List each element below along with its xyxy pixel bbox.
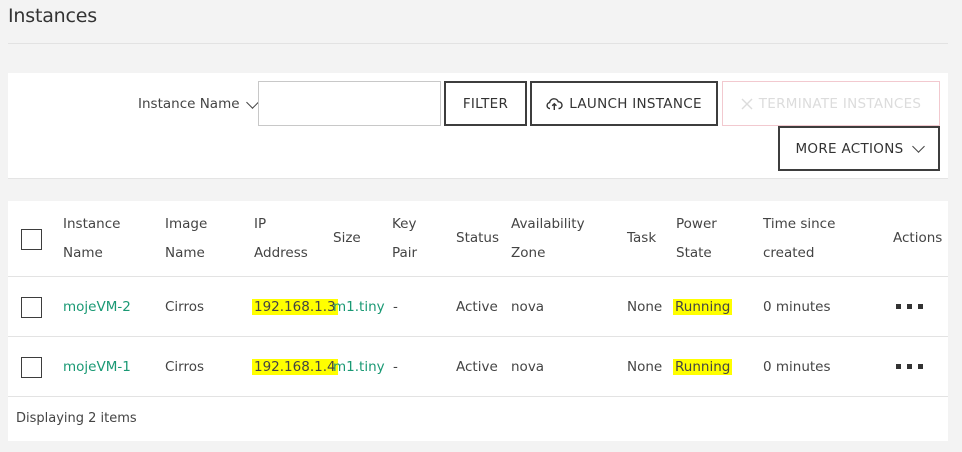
more-dots-icon[interactable] [896,299,929,309]
terminate-instances-button[interactable]: TERMINATE INSTANCES [722,81,940,126]
chevron-down-icon [911,140,925,153]
power-state-cell: Running [673,359,733,375]
chevron-down-icon [245,95,259,109]
size-link[interactable]: m1.tiny [333,293,385,322]
instance-name-link[interactable]: mojeVM-1 [63,353,131,382]
time-since-created-cell: 0 minutes [763,299,831,315]
column-header-status[interactable]: Status [456,224,499,253]
column-header-size[interactable]: Size [333,224,361,253]
title-divider [8,43,948,44]
column-header-actions: Actions [893,230,943,246]
page-title: Instances [8,5,97,27]
ip-address-cell: 192.168.1.3 [252,299,338,315]
cloud-upload-icon [546,97,563,110]
table-header-row: Instance Name Image Name IP Address Size… [8,201,948,277]
table-row: mojeVM-1 Cirros 192.168.1.4 m1.tiny - Ac… [8,337,948,397]
task-cell: None [627,359,663,375]
column-header-key-pair[interactable]: Key Pair [392,210,417,268]
launch-instance-label: LAUNCH INSTANCE [569,95,702,112]
column-header-task[interactable]: Task [627,224,656,253]
more-actions-button[interactable]: MORE ACTIONS [778,126,940,171]
instances-table: Instance Name Image Name IP Address Size… [8,201,948,441]
column-header-time-since-created[interactable]: Time since created [763,210,835,268]
table-footer-count: Displaying 2 items [16,411,137,426]
filter-input[interactable] [258,81,441,126]
ip-address-cell: 192.168.1.4 [252,359,338,375]
key-pair-cell: - [393,359,398,375]
filter-field-dropdown[interactable]: Instance Name [138,95,259,112]
availability-zone-cell: nova [511,359,545,375]
row-checkbox[interactable] [21,357,42,378]
availability-zone-cell: nova [511,299,545,315]
column-header-instance-name[interactable]: Instance Name [63,210,120,268]
filter-button[interactable]: FILTER [444,81,527,126]
task-cell: None [627,299,663,315]
column-header-ip-address[interactable]: IP Address [254,210,308,268]
image-name-cell: Cirros [165,359,205,375]
more-dots-icon[interactable] [896,359,929,369]
launch-instance-button[interactable]: LAUNCH INSTANCE [530,81,718,126]
status-cell: Active [456,359,498,375]
image-name-cell: Cirros [165,299,205,315]
terminate-instances-label: TERMINATE INSTANCES [758,95,922,112]
filter-field-label: Instance Name [138,96,240,112]
column-header-power-state[interactable]: Power State [676,210,717,268]
row-checkbox[interactable] [21,297,42,318]
select-all-checkbox[interactable] [21,229,42,250]
size-link[interactable]: m1.tiny [333,353,385,382]
close-icon [741,98,753,109]
filter-button-label: FILTER [462,95,509,112]
table-toolbar: Instance Name FILTER LAUNCH INSTANCE TER… [8,73,948,179]
table-row: mojeVM-2 Cirros 192.168.1.3 m1.tiny - Ac… [8,277,948,337]
key-pair-cell: - [393,299,398,315]
more-actions-label: MORE ACTIONS [795,140,904,157]
column-header-availability-zone[interactable]: Availability Zone [511,210,585,268]
column-header-image-name[interactable]: Image Name [165,210,207,268]
power-state-cell: Running [673,299,733,315]
status-cell: Active [456,299,498,315]
time-since-created-cell: 0 minutes [763,359,831,375]
instance-name-link[interactable]: mojeVM-2 [63,293,131,322]
